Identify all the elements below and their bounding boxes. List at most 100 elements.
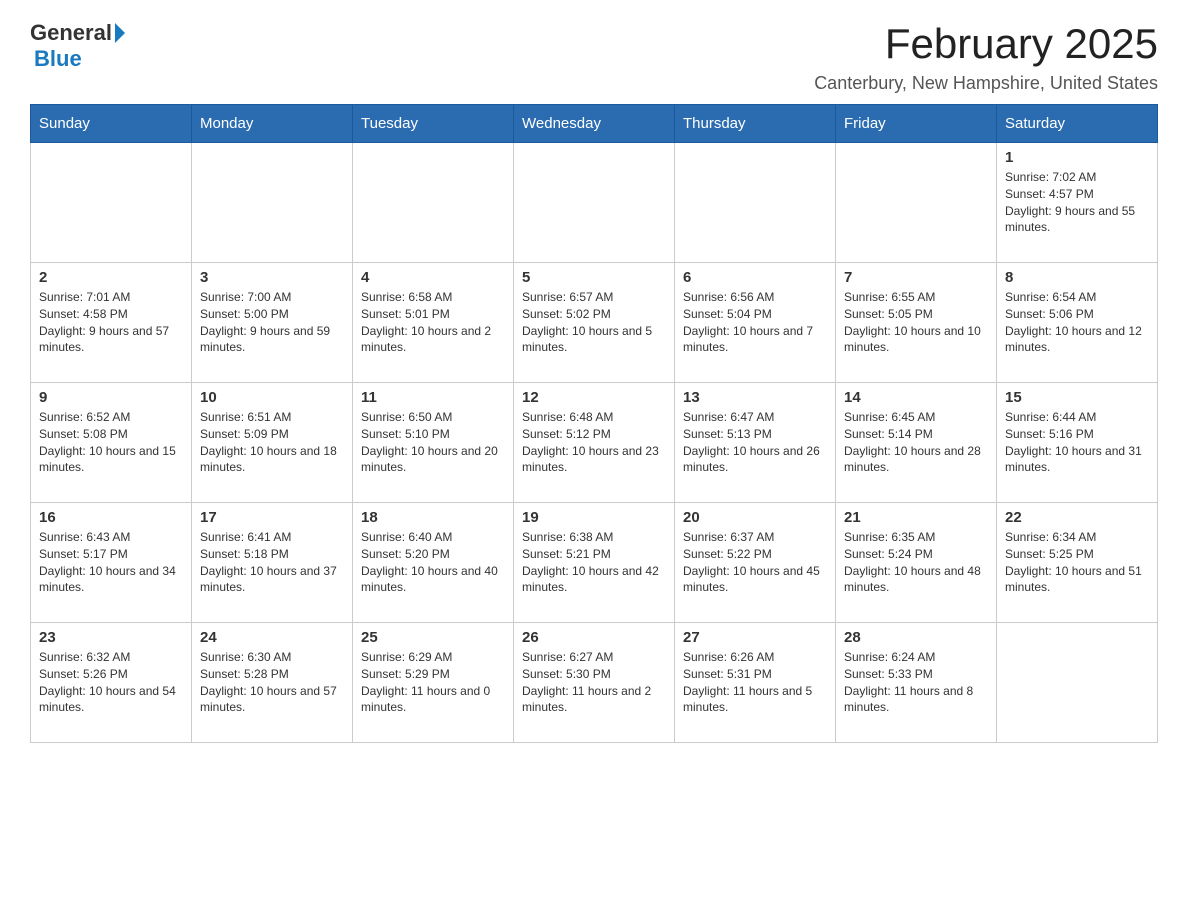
day-number: 23 [39,629,183,646]
day-number: 11 [361,389,505,406]
day-number: 9 [39,389,183,406]
header-thursday: Thursday [675,105,836,143]
calendar-cell: 25Sunrise: 6:29 AM Sunset: 5:29 PM Dayli… [353,623,514,743]
day-info: Sunrise: 6:45 AM Sunset: 5:14 PM Dayligh… [844,409,988,476]
calendar-cell: 3 Sunrise: 7:00 AM Sunset: 5:00 PM Daylig… [192,263,353,383]
calendar-cell: 16 Sunrise: 6:43 AM Sunset: 5:17 PM Dayli… [31,503,192,623]
day-number: 16 [39,509,183,526]
logo-blue-text: Blue [34,46,82,72]
day-number: 13 [683,389,827,406]
logo: General Blue [30,20,127,72]
day-number: 4 [361,269,505,286]
calendar-cell: 26 Sunrise: 6:27 AM Sunset: 5:30 PM Dayli… [514,623,675,743]
day-info: Sunrise: 6:44 AM Sunset: 5:16 PM Dayligh… [1005,409,1149,476]
day-number: 22 [1005,509,1149,526]
calendar-cell: 21Sunrise: 6:35 AM Sunset: 5:24 PM Dayli… [836,503,997,623]
day-number: 27 [683,629,827,646]
location-subtitle: Canterbury, New Hampshire, United States [814,73,1158,94]
calendar-cell: 22 Sunrise: 6:34 AM Sunset: 5:25 PM Dayli… [997,503,1158,623]
calendar-cell: 11 Sunrise: 6:50 AM Sunset: 5:10 PM Dayli… [353,383,514,503]
day-number: 19 [522,509,666,526]
day-info: Sunrise: 7:00 AM Sunset: 5:00 PM Dayligh… [200,289,344,356]
calendar-week-row: 2 Sunrise: 7:01 AM Sunset: 4:58 PM Daylig… [31,263,1158,383]
day-info: Sunrise: 6:34 AM Sunset: 5:25 PM Dayligh… [1005,529,1149,596]
logo-general-text: General [30,20,112,46]
day-info: Sunrise: 6:57 AM Sunset: 5:02 PM Dayligh… [522,289,666,356]
day-info: Sunrise: 6:50 AM Sunset: 5:10 PM Dayligh… [361,409,505,476]
weekday-header-row: Sunday Monday Tuesday Wednesday Thursday… [31,105,1158,143]
calendar-cell: 28Sunrise: 6:24 AM Sunset: 5:33 PM Dayli… [836,623,997,743]
day-number: 17 [200,509,344,526]
day-number: 28 [844,629,988,646]
calendar-table: Sunday Monday Tuesday Wednesday Thursday… [30,104,1158,743]
day-number: 12 [522,389,666,406]
day-info: Sunrise: 6:26 AM Sunset: 5:31 PM Dayligh… [683,649,827,716]
calendar-cell: 9 Sunrise: 6:52 AM Sunset: 5:08 PM Daylig… [31,383,192,503]
calendar-cell: 2 Sunrise: 7:01 AM Sunset: 4:58 PM Daylig… [31,263,192,383]
day-info: Sunrise: 6:51 AM Sunset: 5:09 PM Dayligh… [200,409,344,476]
calendar-week-row: 16 Sunrise: 6:43 AM Sunset: 5:17 PM Dayli… [31,503,1158,623]
day-number: 26 [522,629,666,646]
day-info: Sunrise: 6:38 AM Sunset: 5:21 PM Dayligh… [522,529,666,596]
calendar-cell: 13 Sunrise: 6:47 AM Sunset: 5:13 PM Dayli… [675,383,836,503]
day-number: 25 [361,629,505,646]
day-info: Sunrise: 6:48 AM Sunset: 5:12 PM Dayligh… [522,409,666,476]
day-info: Sunrise: 7:01 AM Sunset: 4:58 PM Dayligh… [39,289,183,356]
calendar-cell: 18Sunrise: 6:40 AM Sunset: 5:20 PM Dayli… [353,503,514,623]
day-info: Sunrise: 6:41 AM Sunset: 5:18 PM Dayligh… [200,529,344,596]
day-number: 14 [844,389,988,406]
header-wednesday: Wednesday [514,105,675,143]
calendar-cell: 27 Sunrise: 6:26 AM Sunset: 5:31 PM Dayli… [675,623,836,743]
header-friday: Friday [836,105,997,143]
calendar-cell: 8 Sunrise: 6:54 AM Sunset: 5:06 PM Daylig… [997,263,1158,383]
calendar-cell [997,623,1158,743]
day-number: 20 [683,509,827,526]
day-info: Sunrise: 6:54 AM Sunset: 5:06 PM Dayligh… [1005,289,1149,356]
calendar-cell: 17 Sunrise: 6:41 AM Sunset: 5:18 PM Dayli… [192,503,353,623]
calendar-cell: 12 Sunrise: 6:48 AM Sunset: 5:12 PM Dayli… [514,383,675,503]
day-number: 7 [844,269,988,286]
title-section: February 2025 Canterbury, New Hampshire,… [814,20,1158,94]
day-info: Sunrise: 6:56 AM Sunset: 5:04 PM Dayligh… [683,289,827,356]
day-info: Sunrise: 6:27 AM Sunset: 5:30 PM Dayligh… [522,649,666,716]
day-number: 1 [1005,149,1149,166]
day-number: 6 [683,269,827,286]
calendar-cell: 23 Sunrise: 6:32 AM Sunset: 5:26 PM Dayli… [31,623,192,743]
day-info: Sunrise: 6:58 AM Sunset: 5:01 PM Dayligh… [361,289,505,356]
calendar-cell: 15Sunrise: 6:44 AM Sunset: 5:16 PM Dayli… [997,383,1158,503]
header-monday: Monday [192,105,353,143]
calendar-week-row: 9 Sunrise: 6:52 AM Sunset: 5:08 PM Daylig… [31,383,1158,503]
day-number: 8 [1005,269,1149,286]
calendar-week-row: 23 Sunrise: 6:32 AM Sunset: 5:26 PM Dayli… [31,623,1158,743]
calendar-cell: 19 Sunrise: 6:38 AM Sunset: 5:21 PM Dayli… [514,503,675,623]
day-number: 18 [361,509,505,526]
day-info: Sunrise: 6:47 AM Sunset: 5:13 PM Dayligh… [683,409,827,476]
day-info: Sunrise: 6:55 AM Sunset: 5:05 PM Dayligh… [844,289,988,356]
header-sunday: Sunday [31,105,192,143]
header-tuesday: Tuesday [353,105,514,143]
day-info: Sunrise: 6:37 AM Sunset: 5:22 PM Dayligh… [683,529,827,596]
day-info: Sunrise: 6:30 AM Sunset: 5:28 PM Dayligh… [200,649,344,716]
calendar-cell: 1 Sunrise: 7:02 AM Sunset: 4:57 PM Daylig… [997,143,1158,263]
calendar-cell [675,143,836,263]
day-info: Sunrise: 7:02 AM Sunset: 4:57 PM Dayligh… [1005,169,1149,236]
day-number: 2 [39,269,183,286]
month-year-title: February 2025 [814,20,1158,68]
calendar-cell: 6 Sunrise: 6:56 AM Sunset: 5:04 PM Daylig… [675,263,836,383]
day-info: Sunrise: 6:32 AM Sunset: 5:26 PM Dayligh… [39,649,183,716]
day-info: Sunrise: 6:52 AM Sunset: 5:08 PM Dayligh… [39,409,183,476]
day-number: 5 [522,269,666,286]
calendar-week-row: 1 Sunrise: 7:02 AM Sunset: 4:57 PM Daylig… [31,143,1158,263]
calendar-cell: 20 Sunrise: 6:37 AM Sunset: 5:22 PM Dayli… [675,503,836,623]
calendar-cell: 10Sunrise: 6:51 AM Sunset: 5:09 PM Dayli… [192,383,353,503]
day-info: Sunrise: 6:43 AM Sunset: 5:17 PM Dayligh… [39,529,183,596]
day-number: 3 [200,269,344,286]
calendar-cell: 14 Sunrise: 6:45 AM Sunset: 5:14 PM Dayli… [836,383,997,503]
calendar-cell [514,143,675,263]
logo-general: General [30,20,127,46]
calendar-cell: 7 Sunrise: 6:55 AM Sunset: 5:05 PM Daylig… [836,263,997,383]
day-info: Sunrise: 6:35 AM Sunset: 5:24 PM Dayligh… [844,529,988,596]
logo-arrow-icon [115,23,125,43]
day-number: 24 [200,629,344,646]
header-saturday: Saturday [997,105,1158,143]
